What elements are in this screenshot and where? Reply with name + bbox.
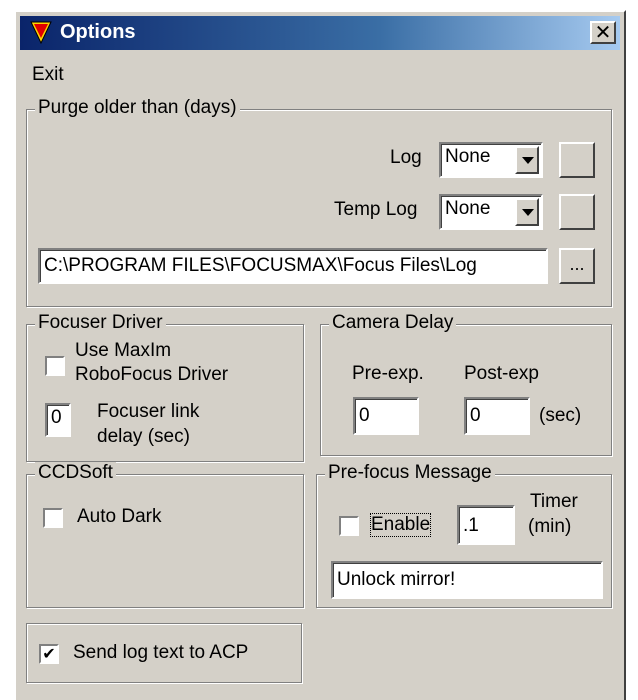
chevron-down-icon[interactable] <box>515 198 539 226</box>
acp-group: ✔ Send log text to ACP <box>26 623 302 683</box>
send-log-acp-label: Send log text to ACP <box>73 642 249 663</box>
auto-dark-label: Auto Dark <box>77 506 162 527</box>
timer-label-line2: (min) <box>528 516 572 537</box>
title-bar[interactable]: Options ✕ <box>20 16 620 50</box>
use-maxim-checkbox[interactable] <box>45 356 65 376</box>
checkmark-icon: ✔ <box>42 644 56 663</box>
log-select[interactable]: None <box>439 142 543 178</box>
timer-field[interactable]: .1 <box>457 505 515 545</box>
enable-checkbox[interactable] <box>339 516 359 536</box>
ccdsoft-legend: CCDSoft <box>35 462 116 484</box>
purge-group: Purge older than (days) Log None Temp Lo… <box>26 97 612 307</box>
close-button[interactable]: ✕ <box>590 21 616 44</box>
log-purge-button[interactable] <box>559 142 595 178</box>
ccdsoft-group: CCDSoft Auto Dark <box>26 462 304 608</box>
send-log-acp-checkbox[interactable]: ✔ <box>39 644 59 664</box>
log-label: Log <box>390 147 422 168</box>
temp-log-purge-button[interactable] <box>559 194 595 230</box>
pre-exp-field[interactable]: 0 <box>353 397 419 435</box>
log-path-field[interactable]: C:\PROGRAM FILES\FOCUSMAX\Focus Files\Lo… <box>38 248 548 284</box>
focuser-delay-label-line1: Focuser link <box>97 401 200 422</box>
focuser-driver-legend: Focuser Driver <box>35 312 166 334</box>
prefocus-message-field[interactable]: Unlock mirror! <box>331 561 603 599</box>
timer-label-line1: Timer <box>530 491 578 512</box>
auto-dark-checkbox[interactable] <box>43 508 63 528</box>
options-window: Options ✕ Exit Purge older than (days) L… <box>14 10 626 700</box>
close-icon: ✕ <box>594 20 612 44</box>
temp-log-label: Temp Log <box>334 199 418 220</box>
browse-button[interactable]: ... <box>559 248 595 284</box>
camera-delay-legend: Camera Delay <box>329 312 457 334</box>
log-select-value: None <box>445 146 491 167</box>
prefocus-legend: Pre-focus Message <box>325 462 495 484</box>
app-icon <box>30 21 52 45</box>
post-exp-field[interactable]: 0 <box>464 397 530 435</box>
pre-exp-label: Pre-exp. <box>352 363 424 384</box>
focuser-driver-group: Focuser Driver Use MaxIm RoboFocus Drive… <box>26 312 304 462</box>
temp-log-select[interactable]: None <box>439 194 543 230</box>
focuser-delay-label-line2: delay (sec) <box>97 426 190 447</box>
seconds-unit-label: (sec) <box>539 405 582 426</box>
chevron-down-icon[interactable] <box>515 146 539 174</box>
post-exp-label: Post-exp <box>464 363 539 384</box>
camera-delay-group: Camera Delay Pre-exp. Post-exp 0 0 (sec) <box>320 312 612 456</box>
use-maxim-label-line1: Use MaxIm <box>75 340 172 361</box>
focuser-delay-field[interactable]: 0 <box>45 403 71 437</box>
prefocus-message-group: Pre-focus Message Enable .1 Timer (min) … <box>316 462 612 608</box>
use-maxim-label-line2: RoboFocus Driver <box>75 364 229 385</box>
menu-item-exit[interactable]: Exit <box>32 64 64 86</box>
purge-legend: Purge older than (days) <box>35 97 240 119</box>
window-title: Options <box>60 21 136 43</box>
temp-log-select-value: None <box>445 198 491 219</box>
enable-label: Enable <box>369 513 432 537</box>
